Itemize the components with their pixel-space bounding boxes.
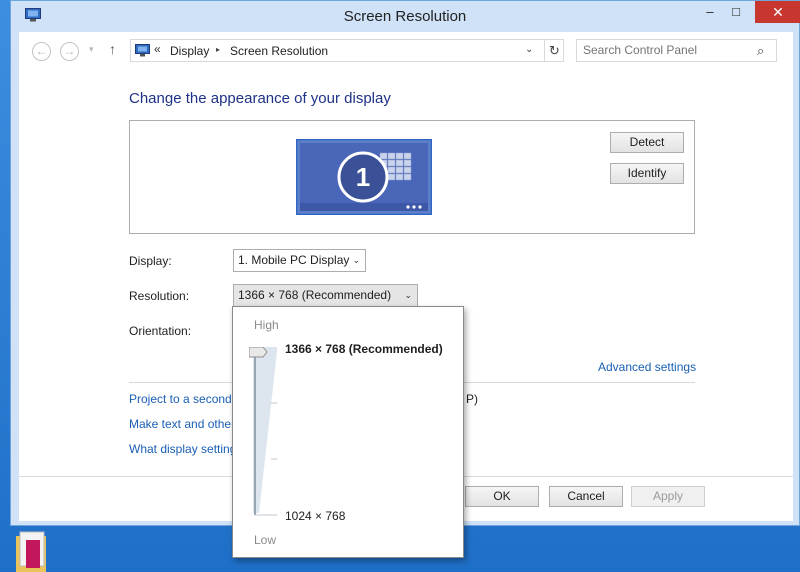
chevron-down-icon: ⌄: [352, 255, 360, 265]
address-dropdown-icon[interactable]: ⌄: [525, 44, 533, 55]
refresh-button[interactable]: ↻: [544, 40, 564, 61]
display-settings-help-link[interactable]: What display setting: [129, 442, 236, 456]
search-box[interactable]: ⌕: [576, 39, 777, 62]
detect-button[interactable]: Detect: [610, 132, 684, 153]
project-second-screen-link[interactable]: Project to a second: [129, 392, 232, 406]
monitor-number: 1: [356, 162, 370, 192]
slider-low-label: Low: [254, 533, 277, 547]
monitor-1-icon[interactable]: 1: [296, 139, 432, 215]
apply-button[interactable]: Apply: [631, 486, 705, 507]
resolution-label: Resolution:: [129, 289, 190, 303]
up-button[interactable]: ↑: [109, 41, 116, 57]
forward-button[interactable]: →: [60, 42, 79, 61]
identify-button[interactable]: Identify: [610, 163, 684, 184]
advanced-settings-link[interactable]: Advanced settings: [598, 360, 696, 374]
resolution-slider[interactable]: [249, 347, 289, 519]
folder-icon[interactable]: [14, 530, 48, 572]
back-button[interactable]: ←: [32, 42, 51, 61]
search-icon[interactable]: ⌕: [757, 43, 764, 59]
breadcrumb-screen-resolution[interactable]: Screen Resolution: [230, 44, 328, 58]
slider-thumb[interactable]: [249, 347, 268, 358]
search-input[interactable]: [583, 43, 753, 57]
page-title: Change the appearance of your display: [129, 90, 391, 107]
resolution-select-value: 1366 × 768 (Recommended): [238, 288, 392, 302]
display-label: Display:: [129, 254, 172, 268]
resolution-slider-popup: High 1366 × 768 (Recommended) 1024 × 768…: [232, 306, 464, 558]
display-settings-icon: [135, 44, 150, 57]
breadcrumb-separator-icon[interactable]: ▸: [216, 45, 220, 54]
text-size-link[interactable]: Make text and other: [129, 417, 235, 431]
orientation-label: Orientation:: [129, 324, 192, 338]
recent-locations-dropdown[interactable]: ▾: [89, 44, 94, 55]
display-preview-panel: 1 Detect Identify: [129, 120, 695, 234]
maximize-button[interactable]: □: [721, 1, 751, 23]
address-bar[interactable]: « Display ▸ Screen Resolution ⌄ ↻: [130, 39, 564, 62]
close-button[interactable]: ✕: [755, 1, 800, 23]
cancel-button[interactable]: Cancel: [549, 486, 623, 507]
resolution-select[interactable]: 1366 × 768 (Recommended) ⌄: [233, 284, 418, 307]
title-bar[interactable]: Screen Resolution – □ ✕: [11, 1, 800, 32]
breadcrumb-display[interactable]: Display: [170, 44, 209, 58]
project-link-tail: P): [466, 392, 478, 406]
display-select[interactable]: 1. Mobile PC Display ⌄: [233, 249, 366, 272]
breadcrumb-overflow-chevron[interactable]: «: [154, 42, 161, 56]
window-title: Screen Resolution: [343, 8, 467, 25]
slider-high-label: High: [254, 318, 279, 332]
display-select-value: 1. Mobile PC Display: [238, 253, 350, 267]
chevron-down-icon: ⌄: [404, 290, 412, 300]
ok-button[interactable]: OK: [465, 486, 539, 507]
slider-top-value: 1366 × 768 (Recommended): [285, 342, 443, 356]
slider-bottom-value: 1024 × 768: [285, 509, 346, 523]
